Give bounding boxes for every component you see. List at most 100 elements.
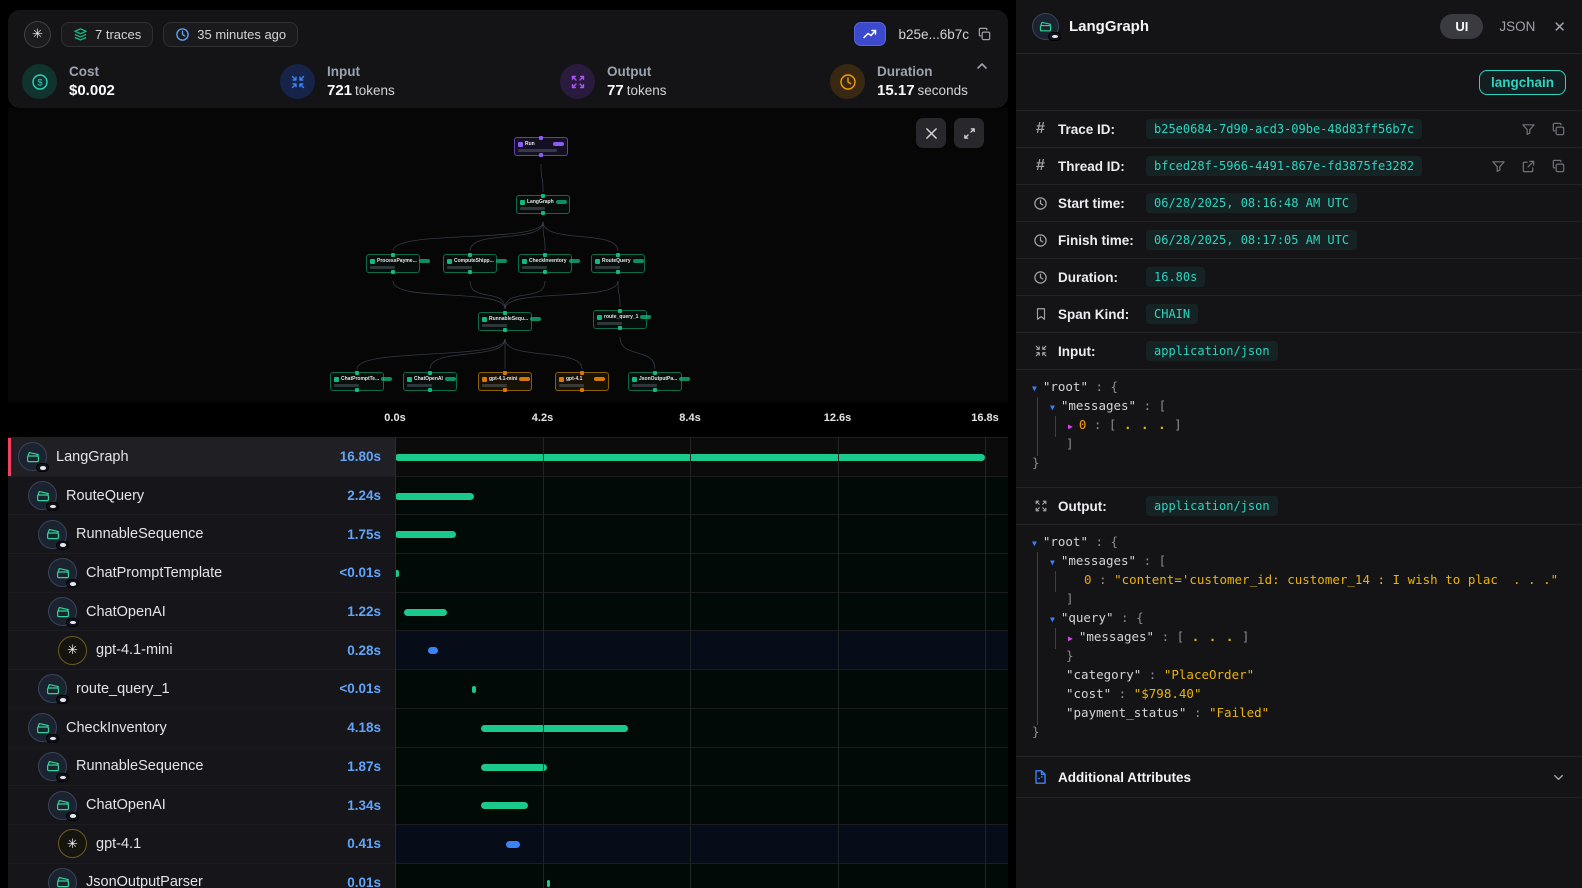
span-duration: 0.28s bbox=[347, 643, 381, 658]
span-duration-bar[interactable] bbox=[472, 686, 476, 693]
json-tree-line: "cost" : "$798.40" bbox=[1032, 686, 1566, 705]
stat-input: Input 721tokens bbox=[280, 64, 395, 99]
tab-ui[interactable]: UI bbox=[1440, 14, 1483, 39]
graph-edge bbox=[541, 164, 543, 192]
span-row[interactable]: ✳ gpt-4.1 0.41s bbox=[8, 824, 1008, 863]
span-row[interactable]: ✳ LangGraph 16.80s bbox=[8, 437, 1008, 476]
graph-node[interactable]: ProcessPayme... bbox=[366, 254, 420, 273]
span-row[interactable]: ✳ RunnableSequence 1.75s bbox=[8, 514, 1008, 553]
span-row[interactable]: ✳ JsonOutputParser 0.01s bbox=[8, 863, 1008, 888]
graph-node[interactable]: RunnableSequ... bbox=[478, 312, 532, 331]
filter-icon[interactable] bbox=[1491, 159, 1506, 174]
span-row[interactable]: ✳ ChatPromptTemplate <0.01s bbox=[8, 553, 1008, 592]
node-type-icon bbox=[518, 142, 523, 147]
thread-id-value[interactable]: bfced28f-5966-4491-867e-fd3875fe3282 bbox=[1146, 156, 1422, 176]
filter-icon[interactable] bbox=[1521, 122, 1536, 137]
node-chip bbox=[445, 377, 456, 381]
copy-trace-id-icon[interactable] bbox=[977, 27, 992, 42]
tree-collapsed-arrow[interactable]: ▶ bbox=[1068, 634, 1073, 643]
eye-badge-icon bbox=[66, 812, 79, 821]
tab-json[interactable]: JSON bbox=[1499, 19, 1535, 34]
tree-expanded-arrow[interactable]: ▼ bbox=[1032, 384, 1037, 393]
clock-icon bbox=[1032, 233, 1049, 248]
panel-close-icon[interactable]: ✕ bbox=[1553, 18, 1566, 36]
hash-icon: # bbox=[1032, 120, 1049, 138]
span-row[interactable]: ✳ RouteQuery 2.24s bbox=[8, 476, 1008, 515]
span-duration-bar[interactable] bbox=[481, 725, 628, 732]
graph-node[interactable]: ComputeShipp... bbox=[443, 254, 497, 273]
graph-edges bbox=[8, 108, 1008, 402]
graph-node[interactable]: Run bbox=[514, 137, 568, 156]
compress-icon bbox=[1032, 344, 1049, 358]
graph-node[interactable]: ChatPromptTe... bbox=[330, 372, 384, 391]
tag-row: langchain bbox=[1016, 54, 1582, 111]
json-tree-line: ▼"root" : { bbox=[1032, 379, 1566, 398]
tree-expanded-arrow[interactable]: ▼ bbox=[1050, 403, 1055, 412]
eye-badge-icon bbox=[56, 541, 69, 550]
close-graph-button[interactable] bbox=[916, 118, 946, 148]
json-tree-line: ▼"query" : { bbox=[1032, 610, 1566, 629]
finish-time-value: 06/28/2025, 08:17:05 AM UTC bbox=[1146, 230, 1357, 250]
langchain-icon bbox=[55, 797, 71, 813]
graph-node[interactable]: RouteQuery bbox=[591, 254, 645, 273]
additional-attributes-row[interactable]: Additional Attributes bbox=[1016, 757, 1582, 798]
expand-graph-button[interactable] bbox=[954, 118, 984, 148]
graph-node[interactable]: CheckInventory bbox=[518, 254, 572, 273]
input-json-tree[interactable]: ▼"root" : {▼"messages" : [▶0 : [ . . . ]… bbox=[1016, 370, 1582, 488]
external-link-icon[interactable] bbox=[1521, 159, 1536, 174]
node-label: RunnableSequ... bbox=[489, 316, 528, 322]
span-icon: ✳ bbox=[18, 442, 47, 471]
langchain-tag[interactable]: langchain bbox=[1479, 70, 1566, 95]
graph-node[interactable]: JsonOutputPa... bbox=[628, 372, 682, 391]
graph-node[interactable]: route_query_1 bbox=[593, 310, 647, 329]
graph-node[interactable]: LangGraph bbox=[516, 195, 570, 214]
span-row[interactable]: ✳ ChatOpenAI 1.22s bbox=[8, 592, 1008, 631]
span-row[interactable]: ✳ route_query_1 <0.01s bbox=[8, 669, 1008, 708]
span-name-label: RouteQuery bbox=[66, 488, 144, 504]
span-row[interactable]: ✳ CheckInventory 4.18s bbox=[8, 708, 1008, 747]
span-row[interactable]: ✳ ChatOpenAI 1.34s bbox=[8, 785, 1008, 824]
span-duration-bar[interactable] bbox=[395, 454, 985, 461]
span-name-zone: ✳ ChatOpenAI 1.34s bbox=[8, 786, 395, 824]
json-tree-line: } bbox=[1032, 724, 1566, 743]
span-icon: ✳ bbox=[28, 713, 57, 742]
additional-attributes-label: Additional Attributes bbox=[1058, 770, 1191, 785]
node-subtitle bbox=[482, 324, 507, 327]
span-duration-bar[interactable] bbox=[395, 531, 456, 538]
span-duration-bar[interactable] bbox=[547, 880, 551, 887]
tree-collapsed-arrow[interactable]: ▶ bbox=[1068, 422, 1073, 431]
span-row[interactable]: ✳ RunnableSequence 1.87s bbox=[8, 747, 1008, 786]
copy-icon[interactable] bbox=[1551, 122, 1566, 137]
copy-icon[interactable] bbox=[1551, 159, 1566, 174]
trace-id-value[interactable]: b25e0684-7d90-acd3-09be-48d83ff56b7c bbox=[1146, 119, 1422, 139]
stat-input-label: Input bbox=[327, 64, 395, 79]
span-duration-bar[interactable] bbox=[428, 647, 438, 654]
tree-expanded-arrow[interactable]: ▼ bbox=[1050, 558, 1055, 567]
graph-node[interactable]: gpt-4.1 bbox=[555, 372, 609, 391]
tree-expanded-arrow[interactable]: ▼ bbox=[1050, 615, 1055, 624]
span-duration-bar[interactable] bbox=[395, 493, 474, 500]
span-duration-bar[interactable] bbox=[395, 570, 399, 577]
output-type-value: application/json bbox=[1146, 496, 1278, 516]
cost-icon: $ bbox=[22, 64, 57, 99]
span-icon: ✳ bbox=[48, 597, 77, 626]
span-duration-bar[interactable] bbox=[481, 764, 547, 771]
trace-chart-button[interactable] bbox=[854, 22, 886, 46]
traces-count-chip[interactable]: 7 traces bbox=[61, 22, 153, 47]
node-label: gpt-4.1-mini bbox=[489, 376, 517, 382]
span-duration: 1.34s bbox=[347, 798, 381, 813]
span-duration-bar[interactable] bbox=[506, 841, 520, 848]
output-json-tree[interactable]: ▼"root" : {▼"messages" : [0 : "content='… bbox=[1016, 525, 1582, 757]
tree-expanded-arrow[interactable]: ▼ bbox=[1032, 539, 1037, 548]
graph-node[interactable]: ChatOpenAI bbox=[403, 372, 457, 391]
span-duration-bar[interactable] bbox=[404, 609, 447, 616]
node-subtitle bbox=[370, 266, 395, 269]
span-duration: 0.41s bbox=[347, 836, 381, 851]
trace-summary-card: ✳ 7 traces 35 minutes ago bbox=[8, 10, 1008, 108]
span-row[interactable]: ✳ gpt-4.1-mini 0.28s bbox=[8, 630, 1008, 669]
span-duration-bar[interactable] bbox=[481, 802, 528, 809]
collapse-stats-chevron[interactable] bbox=[974, 58, 990, 74]
span-name-label: ChatPromptTemplate bbox=[86, 565, 222, 581]
graph-node[interactable]: gpt-4.1-mini bbox=[478, 372, 532, 391]
node-chip bbox=[519, 377, 530, 381]
